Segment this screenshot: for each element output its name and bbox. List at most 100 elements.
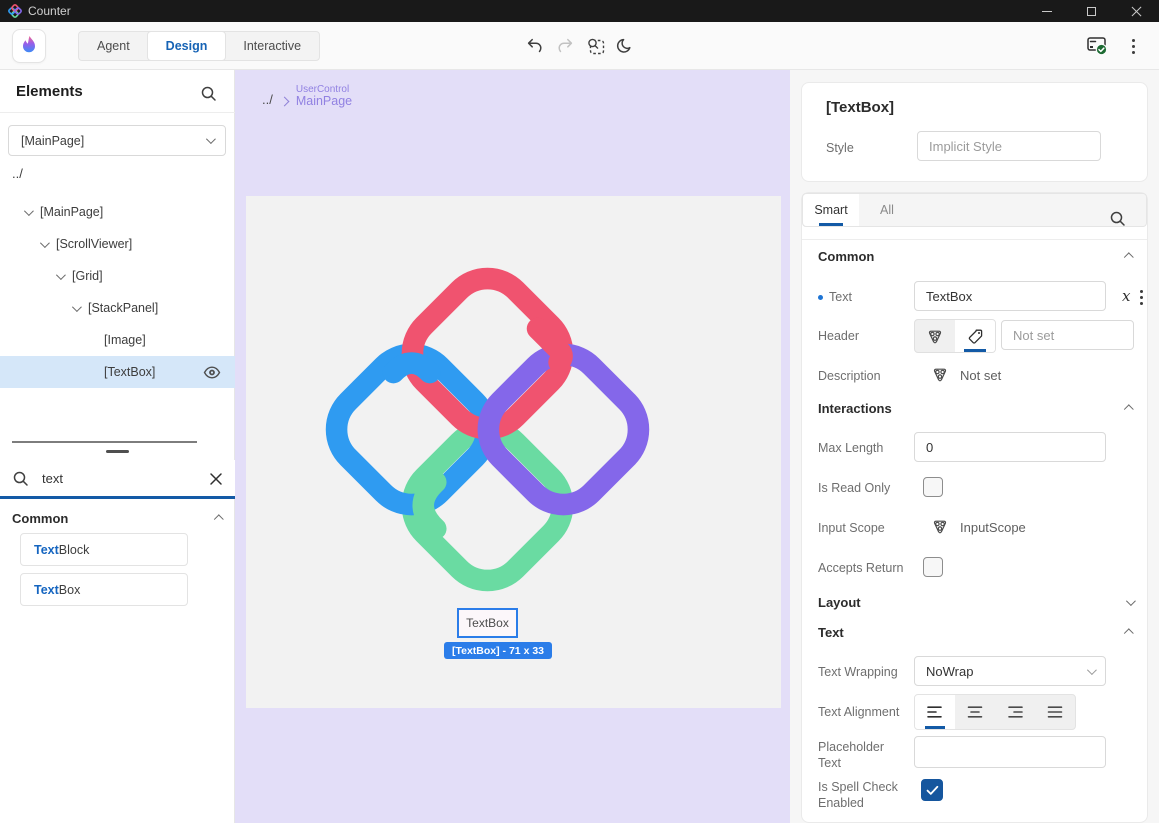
header-input[interactable] xyxy=(1013,328,1122,343)
breadcrumb-page[interactable]: UserControl MainPage xyxy=(296,84,352,108)
header-binding-toggle[interactable] xyxy=(915,320,955,352)
canvas-textbox-control[interactable]: TextBox xyxy=(457,608,518,638)
tab-design[interactable]: Design xyxy=(147,31,227,61)
header-label: Header xyxy=(818,329,859,343)
redo-button[interactable] xyxy=(554,35,576,57)
connected-status-button[interactable] xyxy=(1085,34,1109,58)
description-value: Not set xyxy=(960,368,1001,383)
placeholder-text-field[interactable] xyxy=(914,736,1106,768)
tree-root-path[interactable]: ../ xyxy=(12,166,23,181)
align-center-icon xyxy=(966,705,984,719)
chevron-up-icon xyxy=(1124,628,1134,638)
section-interactions[interactable]: Interactions xyxy=(818,401,1133,416)
maximize-button[interactable] xyxy=(1069,0,1114,22)
visibility-eye-icon[interactable] xyxy=(203,366,221,379)
tree-item-stackpanel[interactable]: [StackPanel] xyxy=(0,292,235,324)
align-center-button[interactable] xyxy=(955,695,995,729)
search-icon[interactable] xyxy=(200,85,218,103)
align-left-button[interactable] xyxy=(915,695,955,729)
minimize-button[interactable] xyxy=(1024,0,1069,22)
is-read-only-checkbox[interactable] xyxy=(923,477,943,497)
align-justify-button[interactable] xyxy=(1035,695,1075,729)
tab-agent[interactable]: Agent xyxy=(79,32,148,60)
window-controls xyxy=(1024,0,1159,22)
tree-item-grid[interactable]: [Grid] xyxy=(0,260,235,292)
section-title: Common xyxy=(818,249,874,264)
chevron-down-icon[interactable] xyxy=(72,302,82,312)
tab-smart[interactable]: Smart xyxy=(803,194,859,226)
chevron-down-icon[interactable] xyxy=(24,206,34,216)
align-justify-icon xyxy=(1046,705,1064,719)
spell-check-label: Is Spell Check Enabled xyxy=(818,779,910,811)
accepts-return-checkbox[interactable] xyxy=(923,557,943,577)
tree-item-label: [ScrollViewer] xyxy=(56,237,132,251)
tree-item-image[interactable]: [Image] xyxy=(0,324,235,356)
placeholder-text-input[interactable] xyxy=(926,745,1094,760)
style-input[interactable] xyxy=(929,139,1089,154)
tree-item-mainpage[interactable]: [MainPage] xyxy=(0,196,235,228)
chevron-down-icon[interactable] xyxy=(56,270,66,280)
text-wrapping-dropdown[interactable]: NoWrap xyxy=(914,656,1106,686)
style-field[interactable] xyxy=(917,131,1101,161)
header-field[interactable] xyxy=(1001,320,1134,350)
close-icon xyxy=(1131,6,1142,17)
breadcrumb-root[interactable]: ../ xyxy=(262,92,273,107)
theme-toggle-button[interactable] xyxy=(614,35,636,57)
design-canvas[interactable]: ../ UserControl MainPage xyxy=(235,70,790,823)
align-right-button[interactable] xyxy=(995,695,1035,729)
toolbox-common-section[interactable]: Common xyxy=(12,507,223,529)
window-title: Counter xyxy=(28,4,71,18)
undo-button[interactable] xyxy=(524,35,546,57)
max-length-field[interactable] xyxy=(914,432,1106,462)
spell-check-checkbox[interactable] xyxy=(921,779,943,801)
tab-label: All xyxy=(880,203,894,217)
divider xyxy=(802,239,1147,240)
page-selector-dropdown[interactable]: [MainPage] xyxy=(8,125,226,156)
toolbox-search-input[interactable] xyxy=(42,471,192,486)
canvas-breadcrumb: ../ UserControl MainPage xyxy=(262,84,352,110)
web-binding-icon[interactable] xyxy=(932,367,948,382)
toolbox-item-textblock[interactable]: TextBlock xyxy=(20,533,188,566)
chevron-up-icon xyxy=(1124,252,1134,262)
zoom-to-selection-button[interactable] xyxy=(585,35,607,57)
header-mode-toggle xyxy=(914,319,996,353)
tab-interactive[interactable]: Interactive xyxy=(225,32,319,60)
max-length-label: Max Length xyxy=(818,441,883,455)
section-common[interactable]: Common xyxy=(818,249,1133,264)
text-input[interactable] xyxy=(926,289,1094,304)
accepts-return-label: Accepts Return xyxy=(818,561,903,575)
markup-extension-button[interactable]: x xyxy=(1122,287,1130,305)
text-field[interactable] xyxy=(914,281,1106,311)
hot-design-flame-button[interactable] xyxy=(12,29,46,63)
breadcrumb-page-name: MainPage xyxy=(296,95,352,108)
artboard[interactable]: TextBox [TextBox] - 71 x 33 xyxy=(246,196,781,708)
text-alignment-label: Text Alignment xyxy=(818,705,899,719)
section-text[interactable]: Text xyxy=(818,625,1133,640)
app-logo-icon xyxy=(8,4,22,18)
web-binding-icon[interactable] xyxy=(932,519,948,534)
placeholder-text-label: Placeholder Text xyxy=(818,739,906,771)
header-literal-toggle[interactable] xyxy=(955,320,995,352)
tree-item-textbox[interactable]: [TextBox] xyxy=(0,356,235,388)
property-search-icon[interactable] xyxy=(1109,210,1127,228)
clear-search-icon[interactable] xyxy=(209,472,223,486)
tab-all[interactable]: All xyxy=(859,194,915,226)
tree-item-scrollviewer[interactable]: [ScrollViewer] xyxy=(0,228,235,260)
close-button[interactable] xyxy=(1114,0,1159,22)
max-length-input[interactable] xyxy=(926,440,1094,455)
toolbox-item-textbox[interactable]: TextBox xyxy=(20,573,188,606)
text-wrapping-value: NoWrap xyxy=(926,664,973,679)
section-layout[interactable]: Layout xyxy=(818,595,1133,610)
input-scope-label: Input Scope xyxy=(818,521,885,535)
tab-label: Smart xyxy=(814,203,847,217)
moon-icon xyxy=(616,37,634,55)
text-wrapping-label: Text Wrapping xyxy=(818,665,898,679)
divider xyxy=(0,112,235,113)
panel-splitter-handle[interactable] xyxy=(106,450,129,453)
chevron-down-icon[interactable] xyxy=(40,238,50,248)
more-options-button[interactable] xyxy=(1122,35,1144,57)
rest-text: Block xyxy=(59,543,90,557)
section-title: Common xyxy=(12,511,68,526)
app-rings-logo-image xyxy=(315,257,660,602)
text-property-menu-icon[interactable] xyxy=(1140,290,1143,305)
